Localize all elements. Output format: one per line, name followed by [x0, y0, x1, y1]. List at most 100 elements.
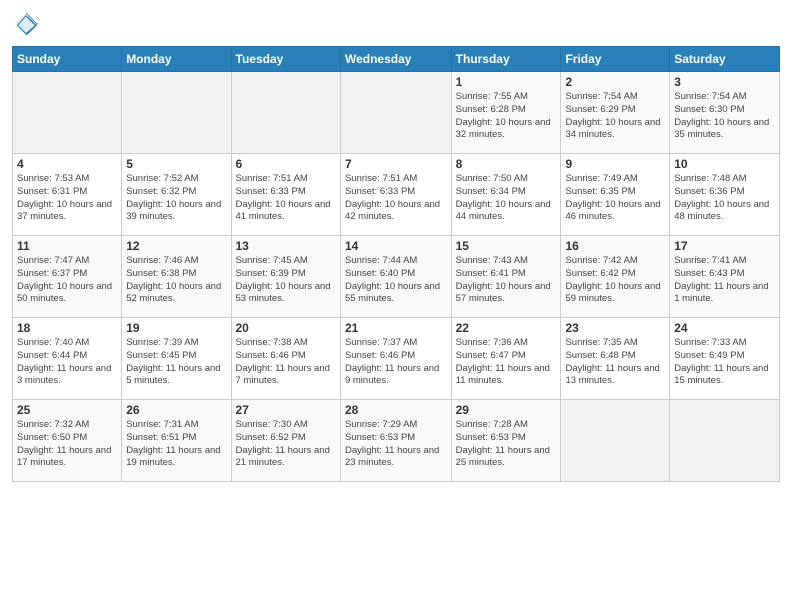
calendar-week: 25 Sunrise: 7:32 AM Sunset: 6:50 PM Dayli… [13, 400, 780, 482]
day-info: Sunrise: 7:41 AM Sunset: 6:43 PM Dayligh… [674, 255, 775, 306]
day-number: 17 [674, 239, 775, 253]
calendar-cell: 16 Sunrise: 7:42 AM Sunset: 6:42 PM Dayli… [561, 236, 670, 318]
calendar-cell: 10 Sunrise: 7:48 AM Sunset: 6:36 PM Dayli… [670, 154, 780, 236]
calendar-cell: 12 Sunrise: 7:46 AM Sunset: 6:38 PM Dayli… [122, 236, 231, 318]
day-number: 10 [674, 157, 775, 171]
calendar-cell: 29 Sunrise: 7:28 AM Sunset: 6:53 PM Dayli… [451, 400, 561, 482]
calendar-cell: 22 Sunrise: 7:36 AM Sunset: 6:47 PM Dayli… [451, 318, 561, 400]
day-info: Sunrise: 7:31 AM Sunset: 6:51 PM Dayligh… [126, 419, 226, 470]
day-number: 1 [456, 75, 557, 89]
calendar-cell: 23 Sunrise: 7:35 AM Sunset: 6:48 PM Dayli… [561, 318, 670, 400]
calendar-cell: 20 Sunrise: 7:38 AM Sunset: 6:46 PM Dayli… [231, 318, 340, 400]
calendar-week: 11Sunrise: 7:47 AM Sunset: 6:37 PM Dayli… [13, 236, 780, 318]
day-number: 21 [345, 321, 447, 335]
day-number: 26 [126, 403, 226, 417]
calendar-cell: 11Sunrise: 7:47 AM Sunset: 6:37 PM Dayli… [13, 236, 122, 318]
day-info: Sunrise: 7:32 AM Sunset: 6:50 PM Dayligh… [17, 419, 117, 470]
day-info: Sunrise: 7:42 AM Sunset: 6:42 PM Dayligh… [565, 255, 665, 306]
calendar-cell [122, 72, 231, 154]
calendar-header: SundayMondayTuesdayWednesdayThursdayFrid… [13, 47, 780, 72]
calendar-body: 1 Sunrise: 7:55 AM Sunset: 6:28 PM Daylig… [13, 72, 780, 482]
weekday-header: Sunday [13, 47, 122, 72]
day-number: 16 [565, 239, 665, 253]
calendar-week: 4 Sunrise: 7:53 AM Sunset: 6:31 PM Daylig… [13, 154, 780, 236]
day-number: 18 [17, 321, 117, 335]
day-number: 22 [456, 321, 557, 335]
day-info: Sunrise: 7:29 AM Sunset: 6:53 PM Dayligh… [345, 419, 447, 470]
calendar-cell [340, 72, 451, 154]
calendar-cell: 15 Sunrise: 7:43 AM Sunset: 6:41 PM Dayli… [451, 236, 561, 318]
calendar-cell: 1 Sunrise: 7:55 AM Sunset: 6:28 PM Daylig… [451, 72, 561, 154]
calendar-cell: 26 Sunrise: 7:31 AM Sunset: 6:51 PM Dayli… [122, 400, 231, 482]
day-info: Sunrise: 7:45 AM Sunset: 6:39 PM Dayligh… [236, 255, 336, 306]
day-number: 23 [565, 321, 665, 335]
day-number: 8 [456, 157, 557, 171]
day-number: 15 [456, 239, 557, 253]
day-info: Sunrise: 7:43 AM Sunset: 6:41 PM Dayligh… [456, 255, 557, 306]
calendar-cell [231, 72, 340, 154]
day-info: Sunrise: 7:48 AM Sunset: 6:36 PM Dayligh… [674, 173, 775, 224]
weekday-header: Saturday [670, 47, 780, 72]
day-info: Sunrise: 7:30 AM Sunset: 6:52 PM Dayligh… [236, 419, 336, 470]
day-info: Sunrise: 7:35 AM Sunset: 6:48 PM Dayligh… [565, 337, 665, 388]
calendar-cell [561, 400, 670, 482]
day-number: 19 [126, 321, 226, 335]
day-info: Sunrise: 7:33 AM Sunset: 6:49 PM Dayligh… [674, 337, 775, 388]
calendar-cell [670, 400, 780, 482]
day-info: Sunrise: 7:38 AM Sunset: 6:46 PM Dayligh… [236, 337, 336, 388]
page-header [12, 10, 780, 38]
calendar-cell: 8 Sunrise: 7:50 AM Sunset: 6:34 PM Daylig… [451, 154, 561, 236]
calendar-cell: 21 Sunrise: 7:37 AM Sunset: 6:46 PM Dayli… [340, 318, 451, 400]
day-info: Sunrise: 7:40 AM Sunset: 6:44 PM Dayligh… [17, 337, 117, 388]
day-info: Sunrise: 7:39 AM Sunset: 6:45 PM Dayligh… [126, 337, 226, 388]
day-number: 5 [126, 157, 226, 171]
calendar-week: 1 Sunrise: 7:55 AM Sunset: 6:28 PM Daylig… [13, 72, 780, 154]
day-number: 27 [236, 403, 336, 417]
calendar-table: SundayMondayTuesdayWednesdayThursdayFrid… [12, 46, 780, 482]
day-info: Sunrise: 7:53 AM Sunset: 6:31 PM Dayligh… [17, 173, 117, 224]
day-number: 2 [565, 75, 665, 89]
page-container: SundayMondayTuesdayWednesdayThursdayFrid… [0, 0, 792, 490]
weekday-row: SundayMondayTuesdayWednesdayThursdayFrid… [13, 47, 780, 72]
day-number: 3 [674, 75, 775, 89]
calendar-cell: 9 Sunrise: 7:49 AM Sunset: 6:35 PM Daylig… [561, 154, 670, 236]
day-info: Sunrise: 7:51 AM Sunset: 6:33 PM Dayligh… [345, 173, 447, 224]
day-number: 24 [674, 321, 775, 335]
calendar-cell [13, 72, 122, 154]
calendar-cell: 19 Sunrise: 7:39 AM Sunset: 6:45 PM Dayli… [122, 318, 231, 400]
day-info: Sunrise: 7:55 AM Sunset: 6:28 PM Dayligh… [456, 91, 557, 142]
day-number: 4 [17, 157, 117, 171]
weekday-header: Monday [122, 47, 231, 72]
calendar-cell: 27 Sunrise: 7:30 AM Sunset: 6:52 PM Dayli… [231, 400, 340, 482]
day-info: Sunrise: 7:51 AM Sunset: 6:33 PM Dayligh… [236, 173, 336, 224]
day-number: 9 [565, 157, 665, 171]
weekday-header: Tuesday [231, 47, 340, 72]
day-info: Sunrise: 7:54 AM Sunset: 6:30 PM Dayligh… [674, 91, 775, 142]
day-number: 12 [126, 239, 226, 253]
day-number: 29 [456, 403, 557, 417]
day-info: Sunrise: 7:47 AM Sunset: 6:37 PM Dayligh… [17, 255, 117, 306]
day-number: 25 [17, 403, 117, 417]
day-info: Sunrise: 7:49 AM Sunset: 6:35 PM Dayligh… [565, 173, 665, 224]
day-info: Sunrise: 7:52 AM Sunset: 6:32 PM Dayligh… [126, 173, 226, 224]
calendar-cell: 25 Sunrise: 7:32 AM Sunset: 6:50 PM Dayli… [13, 400, 122, 482]
calendar-week: 18 Sunrise: 7:40 AM Sunset: 6:44 PM Dayli… [13, 318, 780, 400]
calendar-cell: 5 Sunrise: 7:52 AM Sunset: 6:32 PM Daylig… [122, 154, 231, 236]
logo [12, 10, 44, 38]
calendar-cell: 3 Sunrise: 7:54 AM Sunset: 6:30 PM Daylig… [670, 72, 780, 154]
calendar-cell: 18 Sunrise: 7:40 AM Sunset: 6:44 PM Dayli… [13, 318, 122, 400]
day-number: 20 [236, 321, 336, 335]
day-info: Sunrise: 7:37 AM Sunset: 6:46 PM Dayligh… [345, 337, 447, 388]
calendar-cell: 13 Sunrise: 7:45 AM Sunset: 6:39 PM Dayli… [231, 236, 340, 318]
weekday-header: Wednesday [340, 47, 451, 72]
day-info: Sunrise: 7:28 AM Sunset: 6:53 PM Dayligh… [456, 419, 557, 470]
calendar-cell: 24 Sunrise: 7:33 AM Sunset: 6:49 PM Dayli… [670, 318, 780, 400]
calendar-cell: 4 Sunrise: 7:53 AM Sunset: 6:31 PM Daylig… [13, 154, 122, 236]
day-info: Sunrise: 7:36 AM Sunset: 6:47 PM Dayligh… [456, 337, 557, 388]
day-info: Sunrise: 7:50 AM Sunset: 6:34 PM Dayligh… [456, 173, 557, 224]
day-number: 13 [236, 239, 336, 253]
weekday-header: Friday [561, 47, 670, 72]
day-info: Sunrise: 7:46 AM Sunset: 6:38 PM Dayligh… [126, 255, 226, 306]
calendar-cell: 2 Sunrise: 7:54 AM Sunset: 6:29 PM Daylig… [561, 72, 670, 154]
day-info: Sunrise: 7:54 AM Sunset: 6:29 PM Dayligh… [565, 91, 665, 142]
